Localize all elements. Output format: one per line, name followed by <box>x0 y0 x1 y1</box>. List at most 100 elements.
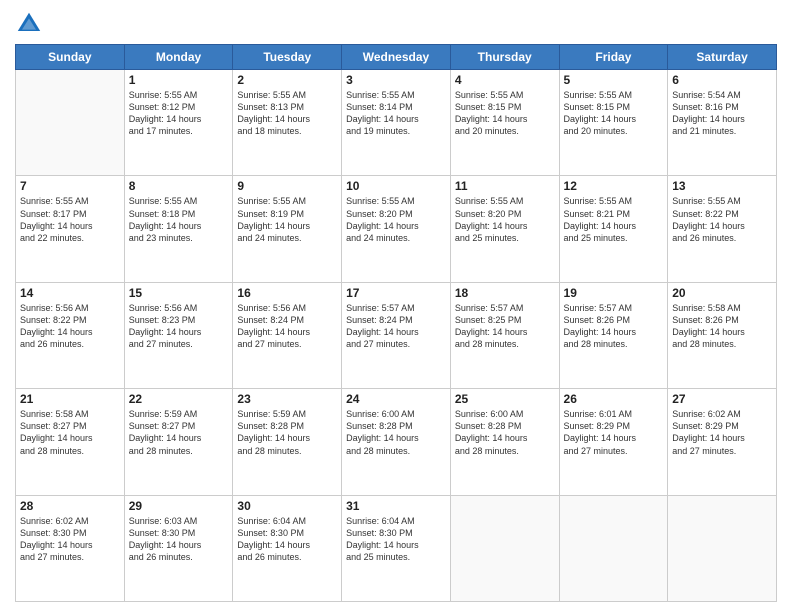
week-row-2: 7Sunrise: 5:55 AMSunset: 8:17 PMDaylight… <box>16 176 777 282</box>
day-number: 14 <box>20 286 120 300</box>
weekday-header-row: SundayMondayTuesdayWednesdayThursdayFrid… <box>16 45 777 70</box>
day-info: Sunrise: 6:03 AMSunset: 8:30 PMDaylight:… <box>129 515 229 564</box>
day-info: Sunrise: 5:56 AMSunset: 8:23 PMDaylight:… <box>129 302 229 351</box>
day-number: 2 <box>237 73 337 87</box>
day-info: Sunrise: 5:55 AMSunset: 8:18 PMDaylight:… <box>129 195 229 244</box>
day-info: Sunrise: 5:55 AMSunset: 8:17 PMDaylight:… <box>20 195 120 244</box>
day-number: 31 <box>346 499 446 513</box>
day-number: 15 <box>129 286 229 300</box>
calendar: SundayMondayTuesdayWednesdayThursdayFrid… <box>15 44 777 602</box>
day-cell: 3Sunrise: 5:55 AMSunset: 8:14 PMDaylight… <box>342 70 451 176</box>
day-info: Sunrise: 5:59 AMSunset: 8:27 PMDaylight:… <box>129 408 229 457</box>
day-info: Sunrise: 6:00 AMSunset: 8:28 PMDaylight:… <box>455 408 555 457</box>
logo <box>15 10 47 38</box>
header <box>15 10 777 38</box>
day-cell: 29 Sunrise: 6:03 AMSunset: 8:30 PMDayligh… <box>124 495 233 601</box>
day-cell: 28Sunrise: 6:02 AMSunset: 8:30 PMDayligh… <box>16 495 125 601</box>
day-number: 10 <box>346 179 446 193</box>
day-cell: 16Sunrise: 5:56 AMSunset: 8:24 PMDayligh… <box>233 282 342 388</box>
week-row-1: 1 Sunrise: 5:55 AMSunset: 8:12 PMDaylight… <box>16 70 777 176</box>
logo-icon <box>15 10 43 38</box>
day-info: Sunrise: 5:55 AMSunset: 8:20 PMDaylight:… <box>346 195 446 244</box>
day-cell: 18Sunrise: 5:57 AMSunset: 8:25 PMDayligh… <box>450 282 559 388</box>
day-info: Sunrise: 5:56 AMSunset: 8:22 PMDaylight:… <box>20 302 120 351</box>
page: SundayMondayTuesdayWednesdayThursdayFrid… <box>0 0 792 612</box>
day-cell: 6 Sunrise: 5:54 AMSunset: 8:16 PMDaylight… <box>668 70 777 176</box>
week-row-4: 21 Sunrise: 5:58 AMSunset: 8:27 PMDayligh… <box>16 389 777 495</box>
day-cell: 26 Sunrise: 6:01 AMSunset: 8:29 PMDayligh… <box>559 389 668 495</box>
day-number: 13 <box>672 179 772 193</box>
day-info: Sunrise: 5:57 AMSunset: 8:25 PMDaylight:… <box>455 302 555 351</box>
day-info: Sunrise: 6:02 AMSunset: 8:29 PMDaylight:… <box>672 408 772 457</box>
day-cell <box>559 495 668 601</box>
day-cell: 7Sunrise: 5:55 AMSunset: 8:17 PMDaylight… <box>16 176 125 282</box>
day-info: Sunrise: 5:59 AMSunset: 8:28 PMDaylight:… <box>237 408 337 457</box>
day-info: Sunrise: 5:55 AMSunset: 8:13 PMDaylight:… <box>237 89 337 138</box>
day-number: 24 <box>346 392 446 406</box>
day-info: Sunrise: 5:58 AMSunset: 8:27 PMDaylight:… <box>20 408 120 457</box>
day-info: Sunrise: 5:55 AMSunset: 8:20 PMDaylight:… <box>455 195 555 244</box>
week-row-3: 14 Sunrise: 5:56 AMSunset: 8:22 PMDayligh… <box>16 282 777 388</box>
day-number: 22 <box>129 392 229 406</box>
day-info: Sunrise: 5:55 AMSunset: 8:12 PMDaylight:… <box>129 89 229 138</box>
day-number: 17 <box>346 286 446 300</box>
day-cell: 9 Sunrise: 5:55 AMSunset: 8:19 PMDaylight… <box>233 176 342 282</box>
day-cell: 17Sunrise: 5:57 AMSunset: 8:24 PMDayligh… <box>342 282 451 388</box>
day-info: Sunrise: 5:55 AMSunset: 8:22 PMDaylight:… <box>672 195 772 244</box>
day-info: Sunrise: 6:04 AMSunset: 8:30 PMDaylight:… <box>237 515 337 564</box>
day-cell: 23 Sunrise: 5:59 AMSunset: 8:28 PMDayligh… <box>233 389 342 495</box>
day-cell: 10 Sunrise: 5:55 AMSunset: 8:20 PMDayligh… <box>342 176 451 282</box>
day-number: 30 <box>237 499 337 513</box>
day-cell: 21 Sunrise: 5:58 AMSunset: 8:27 PMDayligh… <box>16 389 125 495</box>
day-number: 1 <box>129 73 229 87</box>
day-info: Sunrise: 6:00 AMSunset: 8:28 PMDaylight:… <box>346 408 446 457</box>
day-cell: 5 Sunrise: 5:55 AMSunset: 8:15 PMDaylight… <box>559 70 668 176</box>
day-number: 3 <box>346 73 446 87</box>
day-cell: 12 Sunrise: 5:55 AMSunset: 8:21 PMDayligh… <box>559 176 668 282</box>
day-cell <box>668 495 777 601</box>
day-info: Sunrise: 5:58 AMSunset: 8:26 PMDaylight:… <box>672 302 772 351</box>
weekday-monday: Monday <box>124 45 233 70</box>
day-cell: 19 Sunrise: 5:57 AMSunset: 8:26 PMDayligh… <box>559 282 668 388</box>
day-cell: 20Sunrise: 5:58 AMSunset: 8:26 PMDayligh… <box>668 282 777 388</box>
day-number: 6 <box>672 73 772 87</box>
day-cell: 14 Sunrise: 5:56 AMSunset: 8:22 PMDayligh… <box>16 282 125 388</box>
day-number: 26 <box>564 392 664 406</box>
day-number: 27 <box>672 392 772 406</box>
day-cell: 8Sunrise: 5:55 AMSunset: 8:18 PMDaylight… <box>124 176 233 282</box>
day-cell: 4 Sunrise: 5:55 AMSunset: 8:15 PMDaylight… <box>450 70 559 176</box>
day-cell: 15 Sunrise: 5:56 AMSunset: 8:23 PMDayligh… <box>124 282 233 388</box>
day-info: Sunrise: 6:01 AMSunset: 8:29 PMDaylight:… <box>564 408 664 457</box>
day-cell <box>16 70 125 176</box>
day-number: 19 <box>564 286 664 300</box>
day-number: 29 <box>129 499 229 513</box>
weekday-tuesday: Tuesday <box>233 45 342 70</box>
day-info: Sunrise: 5:54 AMSunset: 8:16 PMDaylight:… <box>672 89 772 138</box>
day-number: 25 <box>455 392 555 406</box>
day-cell: 1 Sunrise: 5:55 AMSunset: 8:12 PMDaylight… <box>124 70 233 176</box>
day-info: Sunrise: 6:02 AMSunset: 8:30 PMDaylight:… <box>20 515 120 564</box>
day-info: Sunrise: 5:57 AMSunset: 8:26 PMDaylight:… <box>564 302 664 351</box>
day-number: 4 <box>455 73 555 87</box>
day-info: Sunrise: 5:55 AMSunset: 8:15 PMDaylight:… <box>455 89 555 138</box>
weekday-saturday: Saturday <box>668 45 777 70</box>
day-cell: 30 Sunrise: 6:04 AMSunset: 8:30 PMDayligh… <box>233 495 342 601</box>
day-number: 9 <box>237 179 337 193</box>
day-cell: 11 Sunrise: 5:55 AMSunset: 8:20 PMDayligh… <box>450 176 559 282</box>
day-info: Sunrise: 5:55 AMSunset: 8:19 PMDaylight:… <box>237 195 337 244</box>
day-cell: 27 Sunrise: 6:02 AMSunset: 8:29 PMDayligh… <box>668 389 777 495</box>
day-number: 23 <box>237 392 337 406</box>
day-number: 5 <box>564 73 664 87</box>
day-cell: 31 Sunrise: 6:04 AMSunset: 8:30 PMDayligh… <box>342 495 451 601</box>
day-cell: 22 Sunrise: 5:59 AMSunset: 8:27 PMDayligh… <box>124 389 233 495</box>
day-info: Sunrise: 5:55 AMSunset: 8:15 PMDaylight:… <box>564 89 664 138</box>
day-number: 21 <box>20 392 120 406</box>
day-cell: 2 Sunrise: 5:55 AMSunset: 8:13 PMDaylight… <box>233 70 342 176</box>
day-cell: 24 Sunrise: 6:00 AMSunset: 8:28 PMDayligh… <box>342 389 451 495</box>
weekday-sunday: Sunday <box>16 45 125 70</box>
day-number: 12 <box>564 179 664 193</box>
day-number: 11 <box>455 179 555 193</box>
day-info: Sunrise: 6:04 AMSunset: 8:30 PMDaylight:… <box>346 515 446 564</box>
weekday-friday: Friday <box>559 45 668 70</box>
day-info: Sunrise: 5:55 AMSunset: 8:21 PMDaylight:… <box>564 195 664 244</box>
